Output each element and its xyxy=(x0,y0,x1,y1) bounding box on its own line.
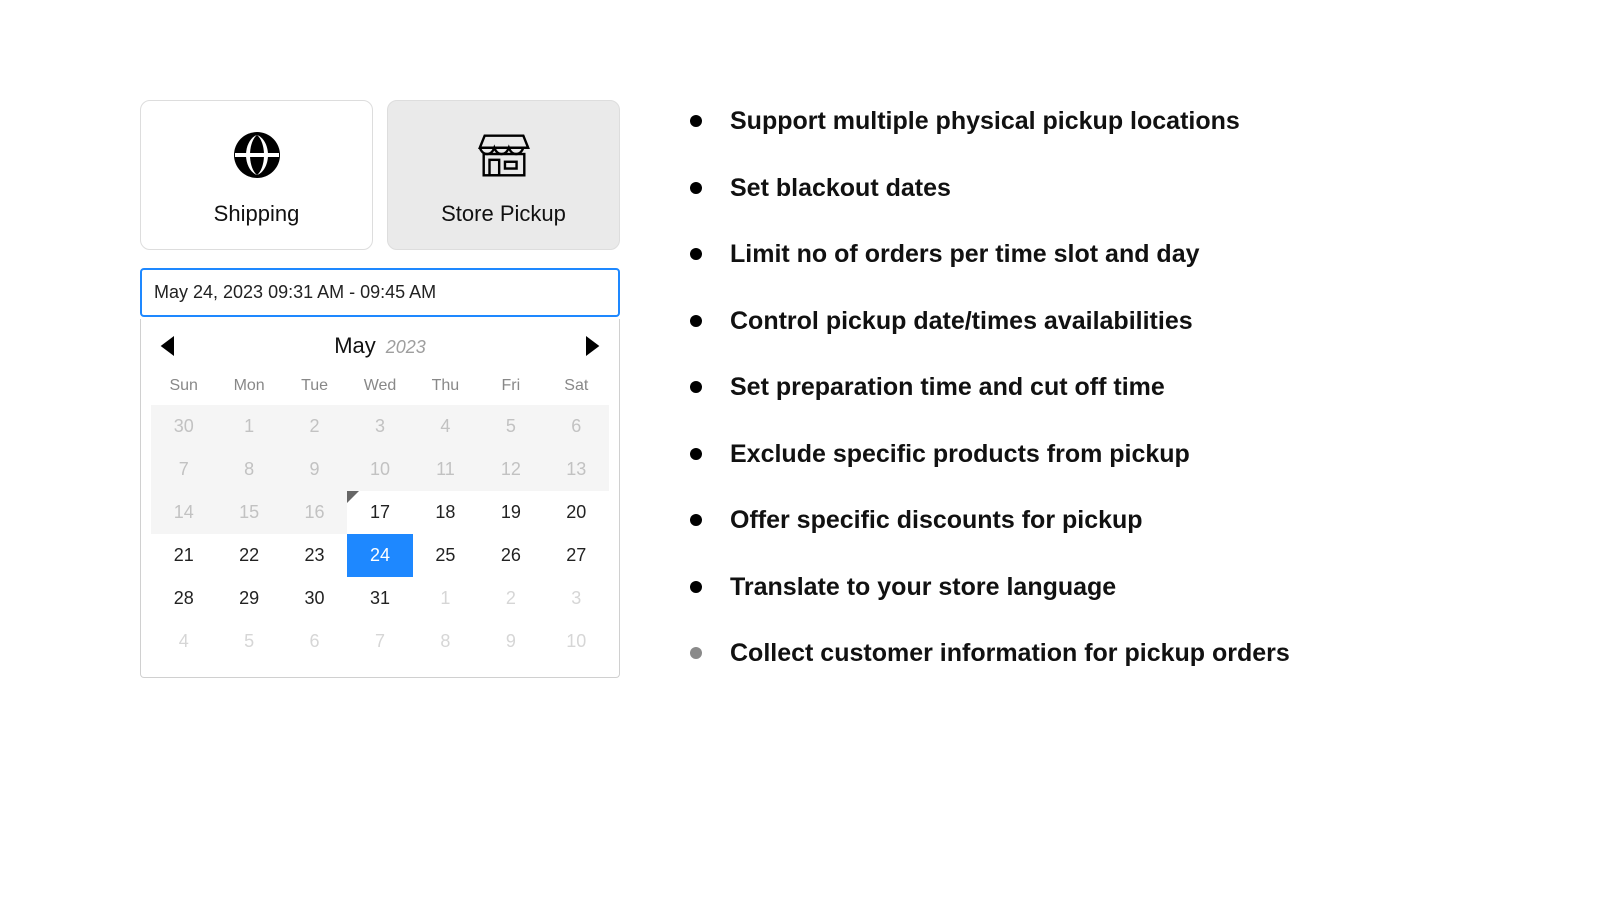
calendar-day[interactable]: 19 xyxy=(478,491,543,534)
calendar-day[interactable]: 17 xyxy=(347,491,412,534)
calendar-day: 1 xyxy=(216,405,281,448)
calendar-day[interactable]: 23 xyxy=(282,534,347,577)
calendar-dow: Sat xyxy=(544,369,609,405)
pickup-time-range-input[interactable] xyxy=(140,268,620,317)
bullet-icon xyxy=(690,647,702,659)
bullet-icon xyxy=(690,182,702,194)
feature-list: Support multiple physical pickup locatio… xyxy=(690,105,1450,704)
store-icon xyxy=(475,127,533,183)
calendar-dow: Tue xyxy=(282,369,347,405)
feature-item: Exclude specific products from pickup xyxy=(690,438,1450,471)
calendar-day: 6 xyxy=(544,405,609,448)
calendar-day: 4 xyxy=(151,620,216,663)
calendar-day[interactable]: 30 xyxy=(282,577,347,620)
calendar-day[interactable]: 29 xyxy=(216,577,281,620)
feature-item: Collect customer information for pickup … xyxy=(690,637,1450,670)
calendar-day: 7 xyxy=(347,620,412,663)
calendar-dow: Mon xyxy=(216,369,281,405)
calendar-day[interactable]: 18 xyxy=(413,491,478,534)
feature-item: Control pickup date/times availabilities xyxy=(690,305,1450,338)
feature-item: Limit no of orders per time slot and day xyxy=(690,238,1450,271)
calendar: May 2023 SunMonTueWedThuFriSat3012345678… xyxy=(140,319,620,678)
feature-text: Translate to your store language xyxy=(730,571,1116,604)
bullet-icon xyxy=(690,448,702,460)
calendar-prev-button[interactable] xyxy=(157,334,181,358)
calendar-dow: Fri xyxy=(478,369,543,405)
feature-text: Set preparation time and cut off time xyxy=(730,371,1165,404)
calendar-day: 4 xyxy=(413,405,478,448)
feature-text: Collect customer information for pickup … xyxy=(730,637,1290,670)
feature-text: Offer specific discounts for pickup xyxy=(730,504,1143,537)
feature-item: Offer specific discounts for pickup xyxy=(690,504,1450,537)
calendar-day: 15 xyxy=(216,491,281,534)
feature-text: Set blackout dates xyxy=(730,172,951,205)
calendar-day[interactable]: 22 xyxy=(216,534,281,577)
feature-text: Exclude specific products from pickup xyxy=(730,438,1190,471)
calendar-dow: Wed xyxy=(347,369,412,405)
bullet-icon xyxy=(690,315,702,327)
calendar-day[interactable]: 20 xyxy=(544,491,609,534)
calendar-day: 8 xyxy=(413,620,478,663)
calendar-day: 6 xyxy=(282,620,347,663)
calendar-day[interactable]: 25 xyxy=(413,534,478,577)
calendar-day: 13 xyxy=(544,448,609,491)
calendar-day: 9 xyxy=(478,620,543,663)
calendar-day: 3 xyxy=(544,577,609,620)
bullet-icon xyxy=(690,514,702,526)
calendar-day: 30 xyxy=(151,405,216,448)
calendar-day[interactable]: 31 xyxy=(347,577,412,620)
delivery-options: Shipping Store Pickup xyxy=(140,100,620,250)
calendar-day[interactable]: 27 xyxy=(544,534,609,577)
calendar-day[interactable]: 24 xyxy=(347,534,412,577)
calendar-day: 3 xyxy=(347,405,412,448)
bullet-icon xyxy=(690,381,702,393)
calendar-year: 2023 xyxy=(386,337,426,358)
calendar-day[interactable]: 28 xyxy=(151,577,216,620)
calendar-day[interactable]: 21 xyxy=(151,534,216,577)
store-pickup-option[interactable]: Store Pickup xyxy=(387,100,620,250)
calendar-day: 9 xyxy=(282,448,347,491)
calendar-day: 10 xyxy=(544,620,609,663)
calendar-title: May 2023 xyxy=(334,333,426,359)
calendar-day: 2 xyxy=(478,577,543,620)
calendar-day: 14 xyxy=(151,491,216,534)
shipping-option[interactable]: Shipping xyxy=(140,100,373,250)
feature-item: Translate to your store language xyxy=(690,571,1450,604)
feature-text: Support multiple physical pickup locatio… xyxy=(730,105,1240,138)
calendar-day[interactable]: 26 xyxy=(478,534,543,577)
globe-icon xyxy=(232,127,282,183)
calendar-month: May xyxy=(334,333,376,359)
calendar-day: 2 xyxy=(282,405,347,448)
feature-text: Limit no of orders per time slot and day xyxy=(730,238,1200,271)
bullet-icon xyxy=(690,581,702,593)
calendar-day: 5 xyxy=(216,620,281,663)
calendar-day: 5 xyxy=(478,405,543,448)
bullet-icon xyxy=(690,115,702,127)
calendar-dow: Sun xyxy=(151,369,216,405)
pickup-widget: Shipping Store Pickup xyxy=(140,100,620,678)
feature-item: Support multiple physical pickup locatio… xyxy=(690,105,1450,138)
calendar-day: 10 xyxy=(347,448,412,491)
shipping-label: Shipping xyxy=(214,201,300,227)
calendar-day: 11 xyxy=(413,448,478,491)
calendar-day: 12 xyxy=(478,448,543,491)
store-pickup-label: Store Pickup xyxy=(441,201,566,227)
calendar-day: 16 xyxy=(282,491,347,534)
feature-item: Set blackout dates xyxy=(690,172,1450,205)
calendar-grid: SunMonTueWedThuFriSat3012345678910111213… xyxy=(151,369,609,663)
feature-text: Control pickup date/times availabilities xyxy=(730,305,1193,338)
calendar-dow: Thu xyxy=(413,369,478,405)
calendar-day: 1 xyxy=(413,577,478,620)
bullet-icon xyxy=(690,248,702,260)
calendar-day: 8 xyxy=(216,448,281,491)
feature-item: Set preparation time and cut off time xyxy=(690,371,1450,404)
calendar-next-button[interactable] xyxy=(579,334,603,358)
calendar-day: 7 xyxy=(151,448,216,491)
